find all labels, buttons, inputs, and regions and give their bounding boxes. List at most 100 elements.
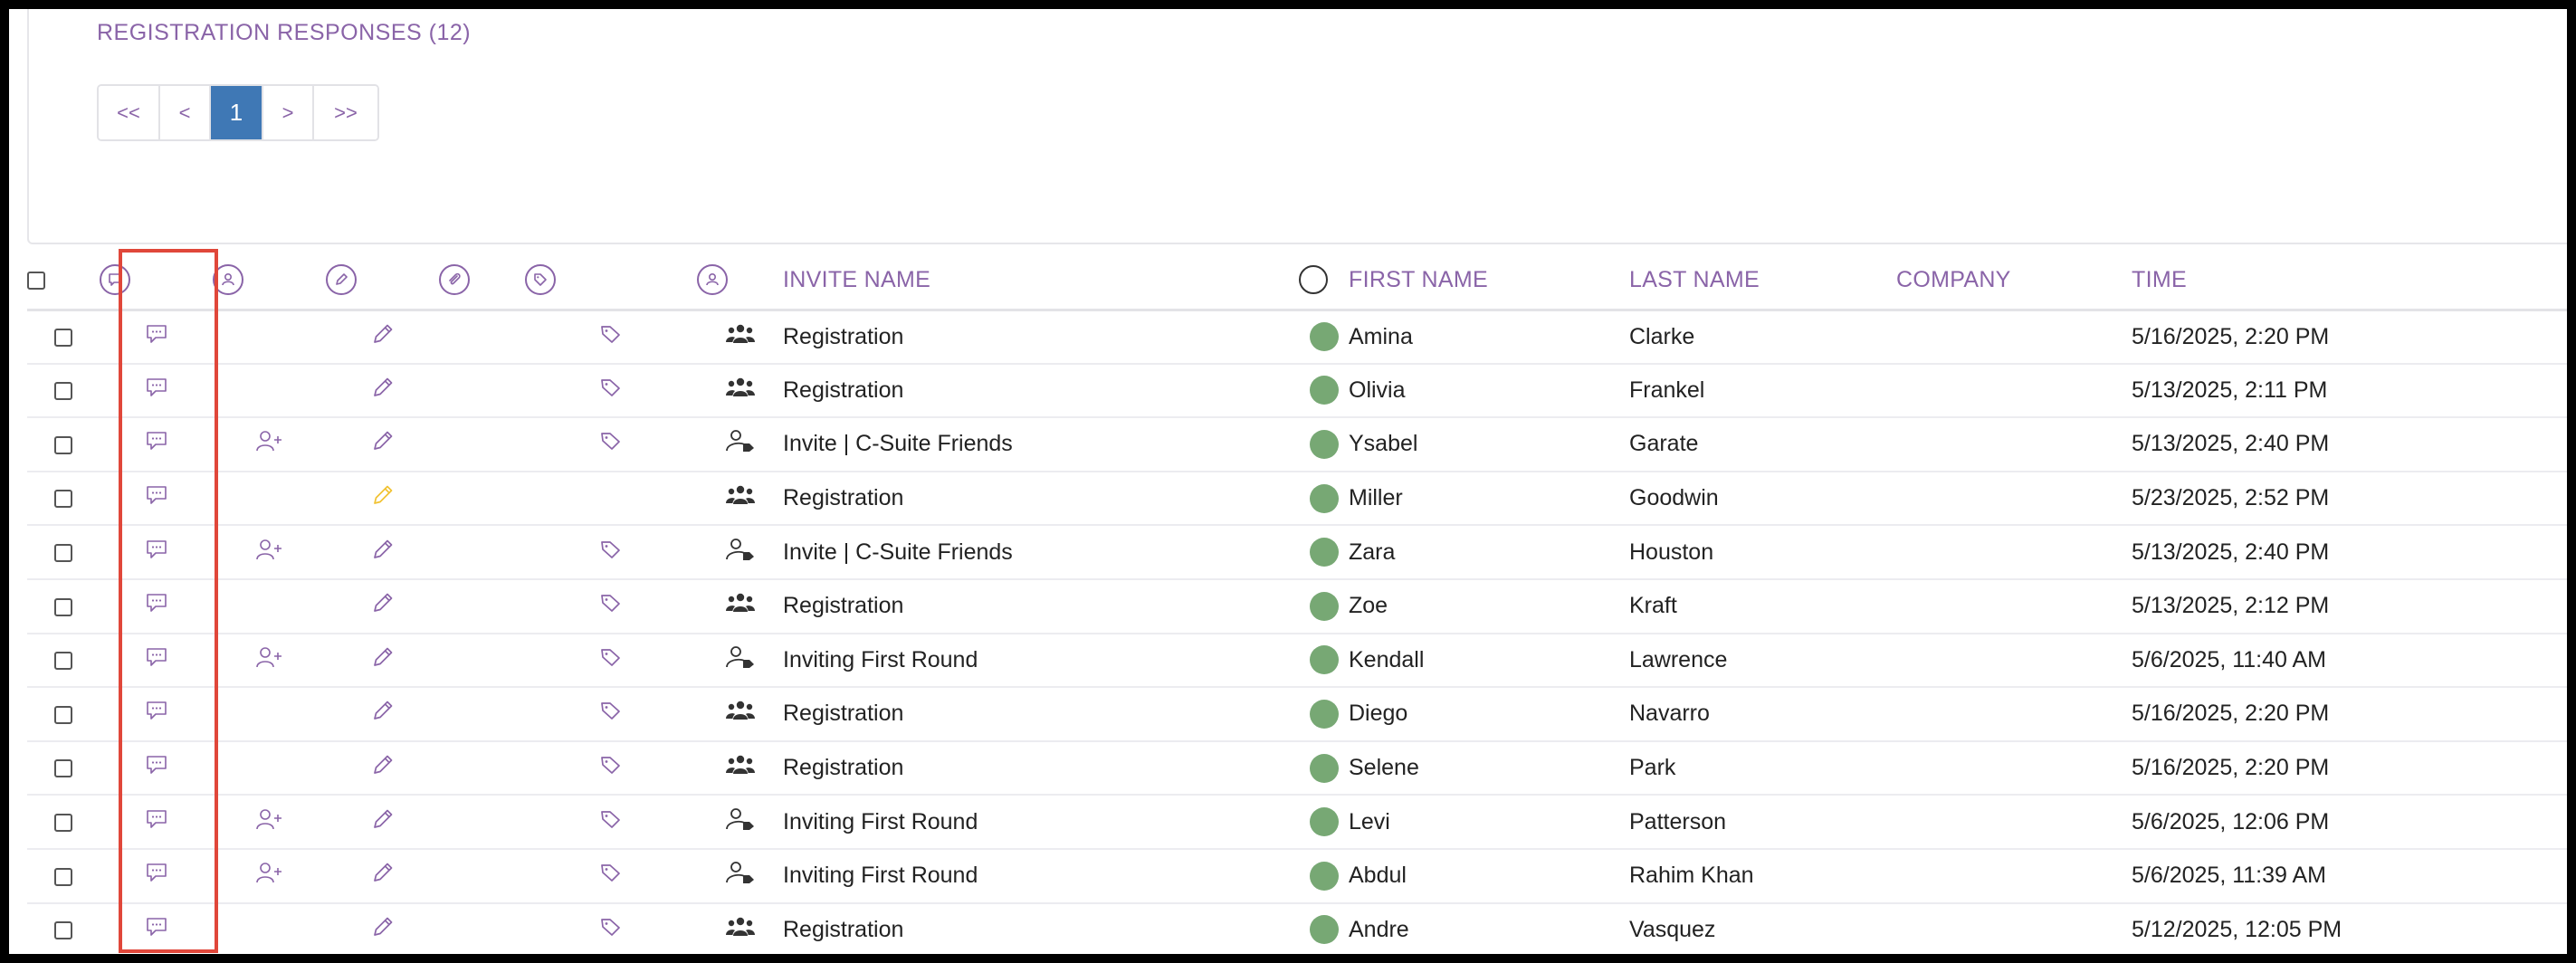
table-row[interactable]: Registration Miller Goodwin 5/23/2025, 2:52… (27, 471, 2567, 527)
first-name-link[interactable]: Kendall (1349, 633, 1629, 689)
user-plus-icon[interactable] (254, 861, 285, 891)
table-row[interactable]: Inviting First Round Kendall Lawrence 5/6/2… (27, 633, 2567, 689)
row-checkbox[interactable] (54, 759, 72, 778)
row-checkbox[interactable] (54, 705, 72, 724)
first-name-link[interactable]: Ysabel (1349, 417, 1629, 472)
status-column-header[interactable] (1299, 252, 1349, 311)
row-checkbox[interactable] (54, 328, 72, 347)
company-cell (1896, 902, 2132, 954)
comment-icon[interactable] (145, 323, 168, 351)
edit-cell (326, 848, 439, 904)
tag-icon[interactable] (599, 754, 623, 782)
row-checkbox[interactable] (54, 597, 72, 616)
attach-column-header[interactable] (439, 252, 525, 311)
row-checkbox[interactable] (54, 814, 72, 833)
edit-column-header[interactable] (326, 252, 439, 311)
table-row[interactable]: Registration Andre Vasquez 5/12/2025, 12:05… (27, 902, 2567, 954)
tag-icon[interactable] (599, 646, 623, 674)
comment-icon[interactable] (145, 484, 168, 512)
first-name-link[interactable]: Zoe (1349, 578, 1629, 634)
invite-name-header[interactable]: INVITE NAME (783, 252, 1299, 311)
pencil-icon[interactable] (370, 807, 396, 837)
pencil-icon[interactable] (370, 591, 396, 621)
first-name-link[interactable]: Selene (1349, 740, 1629, 796)
user-plus-icon[interactable] (254, 429, 285, 459)
table-row[interactable]: Inviting First Round Abdul Rahim Khan 5/6/2… (27, 848, 2567, 904)
type-column-header[interactable] (697, 252, 783, 311)
circle-icon (1299, 265, 1328, 295)
user-plus-icon[interactable] (254, 538, 285, 567)
tag-column-header[interactable] (525, 252, 697, 311)
pencil-icon[interactable] (370, 322, 396, 352)
pencil-icon[interactable] (370, 915, 396, 945)
time-header[interactable]: TIME (2132, 252, 2567, 311)
comment-icon[interactable] (145, 862, 168, 890)
table-row[interactable]: Invite | C-Suite Friends Zara Houston 5/13/… (27, 525, 2567, 580)
pencil-icon[interactable] (370, 699, 396, 729)
row-checkbox[interactable] (54, 382, 72, 401)
row-checkbox[interactable] (54, 435, 72, 454)
tag-icon[interactable] (599, 323, 623, 351)
row-checkbox[interactable] (54, 544, 72, 563)
first-name-link[interactable]: Miller (1349, 471, 1629, 527)
page-1-button[interactable]: 1 (211, 86, 263, 139)
first-name-link[interactable]: Olivia (1349, 363, 1629, 419)
first-name-link[interactable]: Levi (1349, 795, 1629, 850)
tag-icon[interactable] (599, 916, 623, 944)
comment-icon[interactable] (145, 916, 168, 944)
comment-icon[interactable] (145, 539, 168, 567)
tag-icon[interactable] (599, 592, 623, 620)
row-select-cell (27, 687, 100, 742)
comment-icon[interactable] (145, 430, 168, 458)
table-row[interactable]: Registration Selene Park 5/16/2025, 2:20 PM (27, 740, 2567, 796)
first-name-link[interactable]: Abdul (1349, 848, 1629, 904)
assign-column-header[interactable] (213, 252, 326, 311)
table-row[interactable]: Invite | C-Suite Friends Ysabel Garate 5/13… (27, 417, 2567, 472)
tag-icon[interactable] (599, 862, 623, 890)
tag-icon[interactable] (599, 430, 623, 458)
table-row[interactable]: Registration Olivia Frankel 5/13/2025, 2:11… (27, 363, 2567, 419)
pencil-icon[interactable] (370, 483, 396, 513)
next-page-button[interactable]: > (263, 86, 314, 139)
comment-icon[interactable] (145, 377, 168, 405)
comment-icon[interactable] (145, 700, 168, 728)
first-name-link[interactable]: Amina (1349, 310, 1629, 365)
tag-icon[interactable] (599, 808, 623, 836)
first-page-button[interactable]: << (99, 86, 160, 139)
row-checkbox[interactable] (54, 921, 72, 940)
tag-icon[interactable] (599, 377, 623, 405)
tag-icon[interactable] (599, 539, 623, 567)
comment-column-header[interactable] (100, 252, 213, 311)
table-row[interactable]: Registration Zoe Kraft 5/13/2025, 2:12 PM (27, 578, 2567, 634)
prev-page-button[interactable]: < (160, 86, 211, 139)
comment-icon[interactable] (145, 592, 168, 620)
user-plus-icon[interactable] (254, 645, 285, 675)
last-name-header[interactable]: LAST NAME (1629, 252, 1896, 311)
comment-icon[interactable] (145, 754, 168, 782)
first-name-link[interactable]: Andre (1349, 902, 1629, 954)
table-row[interactable]: Inviting First Round Levi Patterson 5/6/202… (27, 795, 2567, 850)
tag-icon[interactable] (599, 700, 623, 728)
select-all-checkbox[interactable] (27, 272, 45, 291)
table-row[interactable]: Registration Amina Clarke 5/16/2025, 2:20 P… (27, 310, 2567, 365)
first-name-header[interactable]: FIRST NAME (1349, 252, 1629, 311)
last-page-button[interactable]: >> (314, 86, 377, 139)
row-checkbox[interactable] (54, 490, 72, 509)
row-checkbox[interactable] (54, 867, 72, 886)
comment-icon[interactable] (145, 646, 168, 674)
pencil-icon[interactable] (370, 538, 396, 567)
tag-cell (525, 633, 697, 689)
pencil-icon[interactable] (370, 376, 396, 405)
comment-icon[interactable] (145, 808, 168, 836)
table-row[interactable]: Registration Diego Navarro 5/16/2025, 2:20 … (27, 687, 2567, 742)
first-name-link[interactable]: Diego (1349, 687, 1629, 742)
pencil-icon[interactable] (370, 753, 396, 783)
user-plus-icon[interactable] (254, 807, 285, 837)
first-name-link[interactable]: Zara (1349, 525, 1629, 580)
pencil-icon[interactable] (370, 429, 396, 459)
status-dot (1309, 429, 1339, 459)
company-header[interactable]: COMPANY (1896, 252, 2132, 311)
pencil-icon[interactable] (370, 861, 396, 891)
row-checkbox[interactable] (54, 652, 72, 671)
pencil-icon[interactable] (370, 645, 396, 675)
